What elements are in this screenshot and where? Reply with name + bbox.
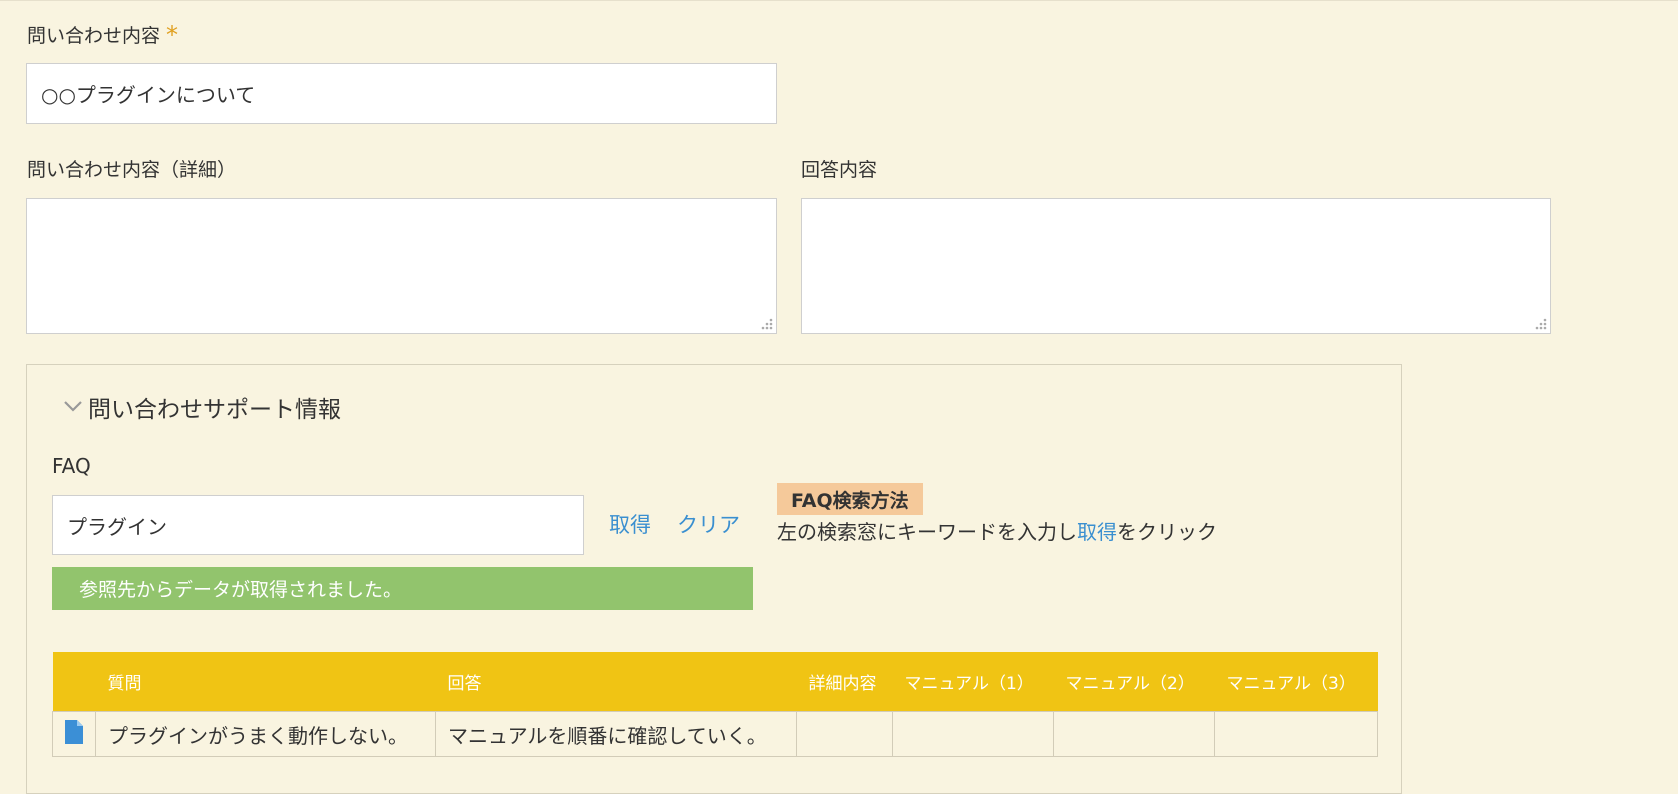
table-header-manual-1: マニュアル（1）: [892, 652, 1054, 712]
faq-search-value: プラグイン: [67, 514, 167, 539]
faq-help-badge: FAQ検索方法: [777, 483, 923, 515]
inquiry-input[interactable]: ○○プラグインについて: [26, 63, 777, 124]
details-textarea[interactable]: [26, 198, 777, 334]
faq-search-input[interactable]: プラグイン: [52, 495, 584, 555]
cell-manual-1: [892, 711, 1054, 757]
details-label: 問い合わせ内容（詳細）: [27, 159, 237, 181]
table-header-icon: [52, 652, 96, 712]
document-icon[interactable]: [65, 719, 83, 744]
top-divider: [0, 0, 1678, 1]
cell-question: プラグインがうまく動作しない。: [95, 711, 436, 757]
clear-button[interactable]: クリア: [677, 509, 740, 539]
cell-detail: [796, 711, 893, 757]
row-icon-cell[interactable]: [52, 711, 96, 757]
table-header-row: 質問 回答 詳細内容 マニュアル（1） マニュアル（2） マニュアル（3）: [52, 652, 1378, 712]
faq-help-text: 左の検索窓にキーワードを入力し取得をクリック: [777, 516, 1217, 545]
table-header-manual-3: マニュアル（3）: [1214, 652, 1378, 712]
support-panel-title[interactable]: 問い合わせサポート情報: [88, 390, 341, 424]
answer-label: 回答内容: [801, 159, 878, 181]
cell-manual-2: [1053, 711, 1215, 757]
faq-help-text-link: 取得: [1077, 520, 1117, 544]
table-header-question: 質問: [95, 652, 436, 712]
table-row[interactable]: プラグインがうまく動作しない。 マニュアルを順番に確認していく。: [52, 711, 1378, 757]
get-button[interactable]: 取得: [609, 509, 651, 539]
faq-help-text-before: 左の検索窓にキーワードを入力し: [777, 520, 1077, 544]
resize-grip-icon[interactable]: [1533, 316, 1547, 330]
required-mark: *: [166, 21, 179, 49]
cell-manual-3: [1214, 711, 1378, 757]
table-header-answer: 回答: [435, 652, 797, 712]
inquiry-label: 問い合わせ内容 *: [27, 20, 179, 49]
status-message: 参照先からデータが取得されました。: [52, 567, 753, 610]
faq-table: 質問 回答 詳細内容 マニュアル（1） マニュアル（2） マニュアル（3） プラ…: [52, 652, 1378, 757]
table-header-detail: 詳細内容: [796, 652, 893, 712]
resize-grip-icon[interactable]: [759, 316, 773, 330]
cell-answer: マニュアルを順番に確認していく。: [435, 711, 797, 757]
inquiry-label-text: 問い合わせ内容: [27, 25, 161, 47]
inquiry-input-value: ○○プラグインについて: [41, 83, 256, 107]
chevron-down-icon[interactable]: [62, 395, 84, 417]
faq-label: FAQ: [52, 454, 91, 478]
table-header-manual-2: マニュアル（2）: [1053, 652, 1215, 712]
answer-textarea[interactable]: [801, 198, 1551, 334]
faq-help-text-after: をクリック: [1117, 520, 1217, 544]
